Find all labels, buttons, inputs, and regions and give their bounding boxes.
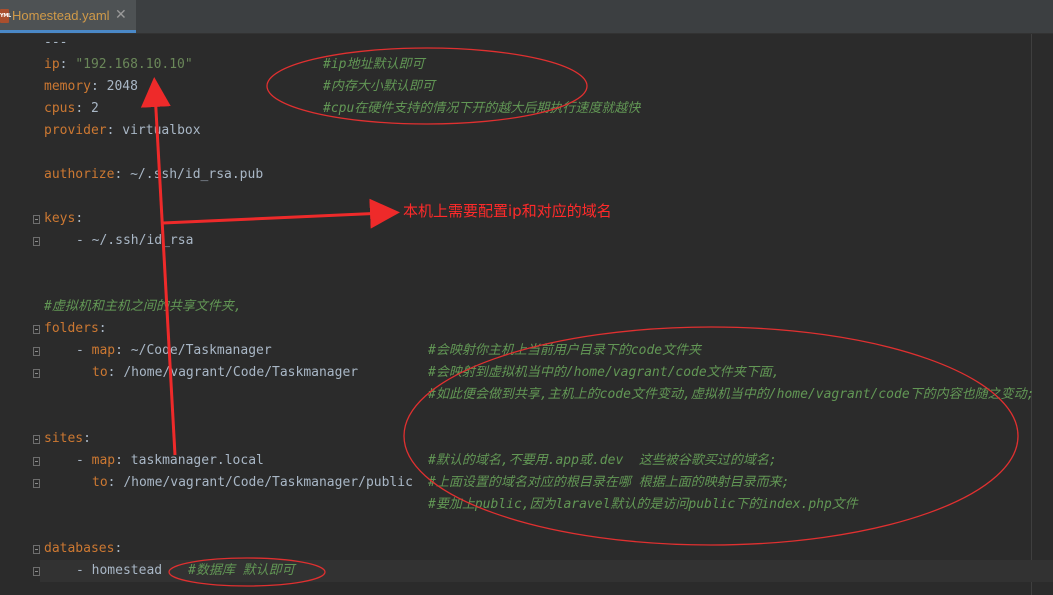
highlight-ellipse-bottom bbox=[168, 557, 326, 587]
highlight-ellipse-top bbox=[266, 47, 588, 125]
arrow-to-ip bbox=[140, 77, 177, 456]
arrow-to-note bbox=[162, 198, 400, 229]
annotation-label: 本机上需要配置ip和对应的域名 bbox=[403, 202, 612, 220]
highlight-ellipse-right bbox=[403, 326, 1019, 546]
annotation-overlay bbox=[140, 47, 1019, 587]
